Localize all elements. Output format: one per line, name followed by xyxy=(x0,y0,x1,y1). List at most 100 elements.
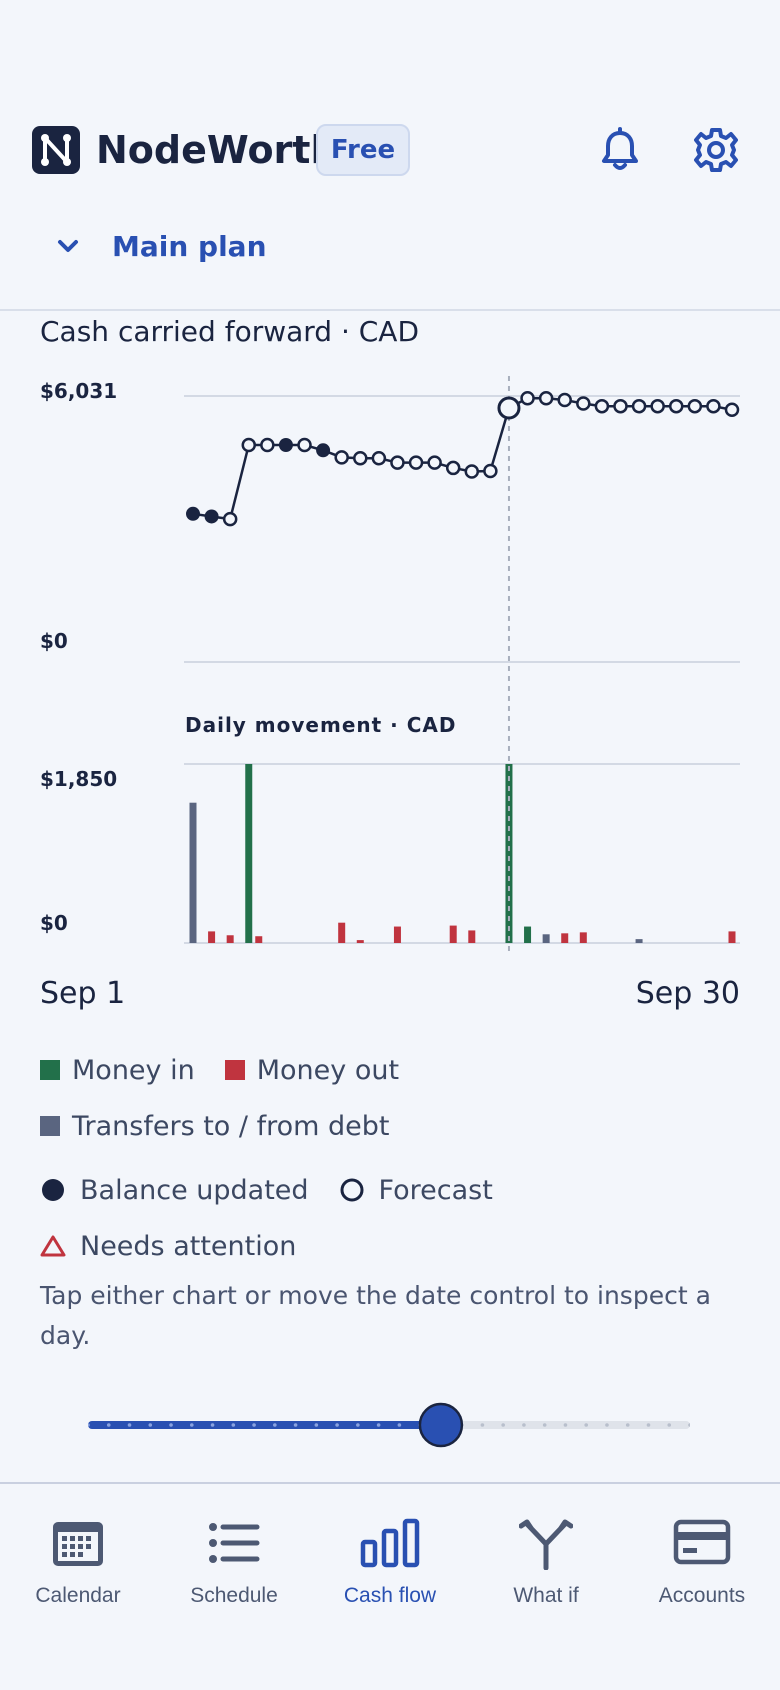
legend-attention-row: Needs attention xyxy=(40,1226,296,1266)
forecast-point[interactable] xyxy=(222,511,238,527)
tab-what-if[interactable]: What if xyxy=(468,1484,624,1634)
slider-day-tick xyxy=(667,1423,672,1427)
bar-chart-icon xyxy=(360,1518,420,1568)
forecast-point[interactable] xyxy=(371,450,387,466)
forecast-point[interactable] xyxy=(538,390,554,406)
legend-transfers-row: Transfers to / from debt xyxy=(40,1106,389,1146)
tab-calendar[interactable]: Calendar xyxy=(0,1484,156,1634)
transfers-swatch xyxy=(40,1116,60,1136)
forecast-point[interactable] xyxy=(520,390,535,406)
money-out-bar xyxy=(255,936,263,943)
forecast-point[interactable] xyxy=(241,437,257,453)
forecast-point[interactable] xyxy=(297,437,312,453)
tab-accounts[interactable]: Accounts xyxy=(624,1484,780,1634)
help-text: Tap either chart or move the date contro… xyxy=(40,1281,711,1350)
cash-flow-chart[interactable]: $6,031 $0 Daily movement · CAD $1,850 $0 xyxy=(0,0,780,960)
branch-icon xyxy=(519,1519,573,1570)
chart-end-date: Sep 30 xyxy=(635,976,740,1011)
forecast-point[interactable] xyxy=(334,450,349,465)
calendar-icon xyxy=(53,1522,103,1566)
balance-line xyxy=(186,390,740,527)
forecast-point[interactable] xyxy=(427,455,442,470)
legend-transfers: Transfers to / from debt xyxy=(72,1110,390,1142)
slider-day-tick xyxy=(314,1423,319,1427)
forecast-point[interactable] xyxy=(390,455,405,470)
money-out-bar xyxy=(579,932,587,943)
slider-day-tick xyxy=(480,1423,485,1427)
slider-day-tick xyxy=(563,1423,568,1427)
card-icon xyxy=(673,1519,731,1565)
slider-day-tick xyxy=(252,1423,256,1427)
forecast-point[interactable] xyxy=(464,464,480,479)
legend-flow-types: Money in Money out xyxy=(40,1050,399,1090)
slider-day-tick xyxy=(273,1423,277,1427)
money-out-bar xyxy=(208,931,216,943)
warning-triangle-icon xyxy=(40,1235,66,1257)
legend-money-out: Money out xyxy=(256,1054,400,1086)
slider-day-tick xyxy=(605,1423,609,1427)
slider-day-tick xyxy=(335,1423,339,1427)
slider-day-tick xyxy=(625,1423,630,1427)
forecast-point[interactable] xyxy=(631,398,647,414)
legend-needs-attention: Needs attention xyxy=(80,1230,297,1262)
forecast-point[interactable] xyxy=(260,437,275,453)
slider-thumb[interactable] xyxy=(418,1402,464,1448)
forecast-point[interactable] xyxy=(408,455,424,470)
forecast-point[interactable] xyxy=(724,402,740,417)
forecast-point[interactable] xyxy=(687,398,703,414)
legend-forecast: Forecast xyxy=(378,1174,493,1206)
balance-updated-point[interactable] xyxy=(316,443,331,458)
selected-forecast-point[interactable] xyxy=(497,396,521,420)
money-in-swatch xyxy=(40,1060,60,1080)
bottom-tab-bar: Calendar Schedule Cash flow What if Acco… xyxy=(0,1482,780,1690)
slider-day-tick xyxy=(356,1423,360,1427)
slider-day-tick xyxy=(542,1423,547,1427)
money-out-bar xyxy=(449,925,457,943)
date-slider[interactable] xyxy=(88,1400,690,1450)
forecast-point[interactable] xyxy=(594,398,610,414)
slider-day-tick xyxy=(646,1423,651,1427)
movement-max-label: $1,850 xyxy=(40,767,117,791)
balance-updated-point[interactable] xyxy=(278,438,293,453)
balance-updated-point[interactable] xyxy=(186,506,200,521)
slider-day-tick xyxy=(584,1423,589,1427)
movement-chart-title: Daily movement · CAD xyxy=(185,713,456,737)
slider-day-tick xyxy=(148,1423,153,1427)
forecast-point[interactable] xyxy=(576,396,591,411)
tab-schedule[interactable]: Schedule xyxy=(156,1484,312,1634)
legend-balance-updated: Balance updated xyxy=(80,1174,309,1206)
forecast-point[interactable] xyxy=(557,392,572,408)
money-out-bar xyxy=(728,931,736,943)
money-out-bar xyxy=(561,933,569,943)
forecast-point[interactable] xyxy=(668,398,684,414)
money-out-bar xyxy=(393,926,401,943)
tab-what-if-label: What if xyxy=(513,1584,579,1607)
slider-day-tick xyxy=(501,1423,505,1427)
slider-day-tick xyxy=(210,1423,215,1427)
tab-cash-flow[interactable]: Cash flow xyxy=(312,1484,468,1634)
forecast-point[interactable] xyxy=(353,450,368,466)
tab-accounts-label: Accounts xyxy=(658,1584,746,1607)
tab-calendar-label: Calendar xyxy=(35,1584,121,1607)
slider-day-tick xyxy=(522,1423,526,1427)
money-in-bar xyxy=(524,926,532,943)
balance-zero-label: $0 xyxy=(40,629,68,653)
transfer-bar xyxy=(635,939,643,943)
money-out-bar xyxy=(356,940,364,943)
forecast-point[interactable] xyxy=(483,463,498,479)
legend-point-types: Balance updated Forecast xyxy=(40,1170,493,1210)
forecast-point[interactable] xyxy=(650,398,665,414)
balance-line-path xyxy=(192,396,733,521)
slider-day-tick xyxy=(189,1423,194,1427)
forecast-point[interactable] xyxy=(706,398,721,414)
slider-day-tick xyxy=(376,1423,381,1427)
balance-updated-point[interactable] xyxy=(204,509,219,524)
forecast-point[interactable] xyxy=(445,460,461,476)
transfer-bar xyxy=(189,802,197,943)
forecast-point[interactable] xyxy=(613,398,628,414)
slider-fill xyxy=(88,1421,441,1429)
slider-day-tick xyxy=(293,1423,298,1427)
filled-dot-icon xyxy=(42,1179,64,1201)
legend-money-in: Money in xyxy=(72,1054,195,1086)
money-in-bar xyxy=(245,764,253,943)
